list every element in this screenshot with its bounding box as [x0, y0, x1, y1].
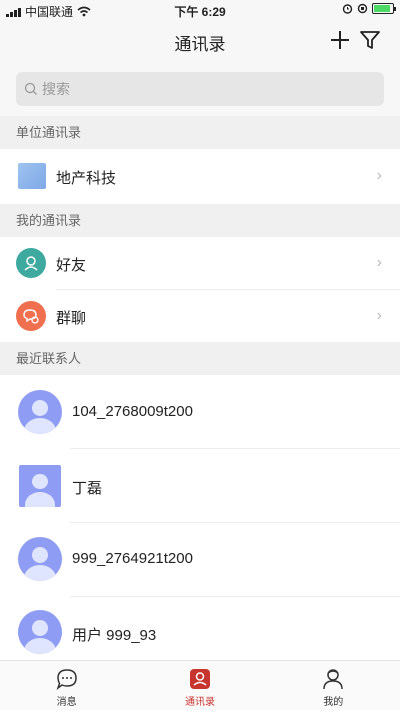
contact-name: 用户 999_93 — [72, 627, 157, 644]
tab-label: 通讯录 — [184, 697, 215, 708]
contact-name: 丁磊 — [72, 480, 103, 497]
avatar — [18, 610, 62, 654]
status-bar: 中国联通 下午 6:29 — [0, 0, 400, 20]
search-placeholder: 搜索 — [42, 81, 70, 97]
org-item-label: 地产科技 — [56, 170, 117, 187]
avatar — [18, 390, 62, 434]
friend-icon — [16, 248, 46, 278]
tab-bar: 消息 通讯录 我的 — [0, 660, 400, 710]
search-bar: 搜索 — [0, 62, 400, 116]
chevron-right-icon: › — [376, 307, 382, 324]
group-chat-row[interactable]: 群聊 › — [0, 290, 400, 342]
status-time: 下午 6:29 — [174, 5, 226, 19]
tab-profile[interactable]: 我的 — [267, 661, 400, 710]
search-icon — [24, 82, 37, 95]
search-input[interactable]: 搜索 — [16, 72, 384, 106]
friends-label: 好友 — [56, 257, 87, 274]
tab-label: 我的 — [323, 697, 344, 708]
contact-row[interactable]: 999_2764921t200 — [0, 523, 400, 597]
contact-name: 999_2764921t200 — [72, 550, 193, 567]
section-header-org: 单位通讯录 — [0, 116, 400, 149]
nav-bar: 通讯录 — [0, 20, 400, 62]
tab-contacts[interactable]: 通讯录 — [133, 661, 266, 710]
friends-row[interactable]: 好友 › — [0, 237, 400, 290]
group-chat-icon — [16, 301, 46, 331]
orientation-lock-icon — [357, 3, 368, 14]
contact-name: 104_2768009t200 — [72, 403, 193, 420]
add-icon[interactable] — [328, 28, 352, 52]
tab-messages[interactable]: 消息 — [0, 661, 133, 710]
alarm-icon — [342, 4, 353, 14]
status-right — [342, 3, 396, 14]
contact-row[interactable]: 104_2768009t200 — [0, 375, 400, 449]
chevron-right-icon: › — [376, 167, 382, 184]
avatar — [18, 537, 62, 581]
tab-label: 消息 — [56, 697, 77, 708]
section-header-mine: 我的通讯录 — [0, 204, 400, 237]
profile-icon — [323, 669, 344, 690]
section-header-recent: 最近联系人 — [0, 342, 400, 375]
battery-icon — [372, 3, 396, 14]
contacts-screen: 中国联通 下午 6:29 通讯录 搜索 单位通讯录 地产科技 › 我的通讯录 好… — [0, 0, 400, 710]
contacts-icon — [189, 669, 210, 689]
org-item-row[interactable]: 地产科技 › — [0, 149, 400, 204]
organization-icon — [18, 163, 46, 189]
contact-row[interactable]: 丁磊 — [0, 449, 400, 523]
message-icon — [56, 669, 77, 691]
group-chat-label: 群聊 — [56, 310, 87, 327]
avatar — [19, 465, 61, 507]
chevron-right-icon: › — [376, 254, 382, 271]
filter-icon[interactable] — [358, 28, 382, 52]
contact-row[interactable]: 用户 999_93 — [0, 597, 400, 660]
